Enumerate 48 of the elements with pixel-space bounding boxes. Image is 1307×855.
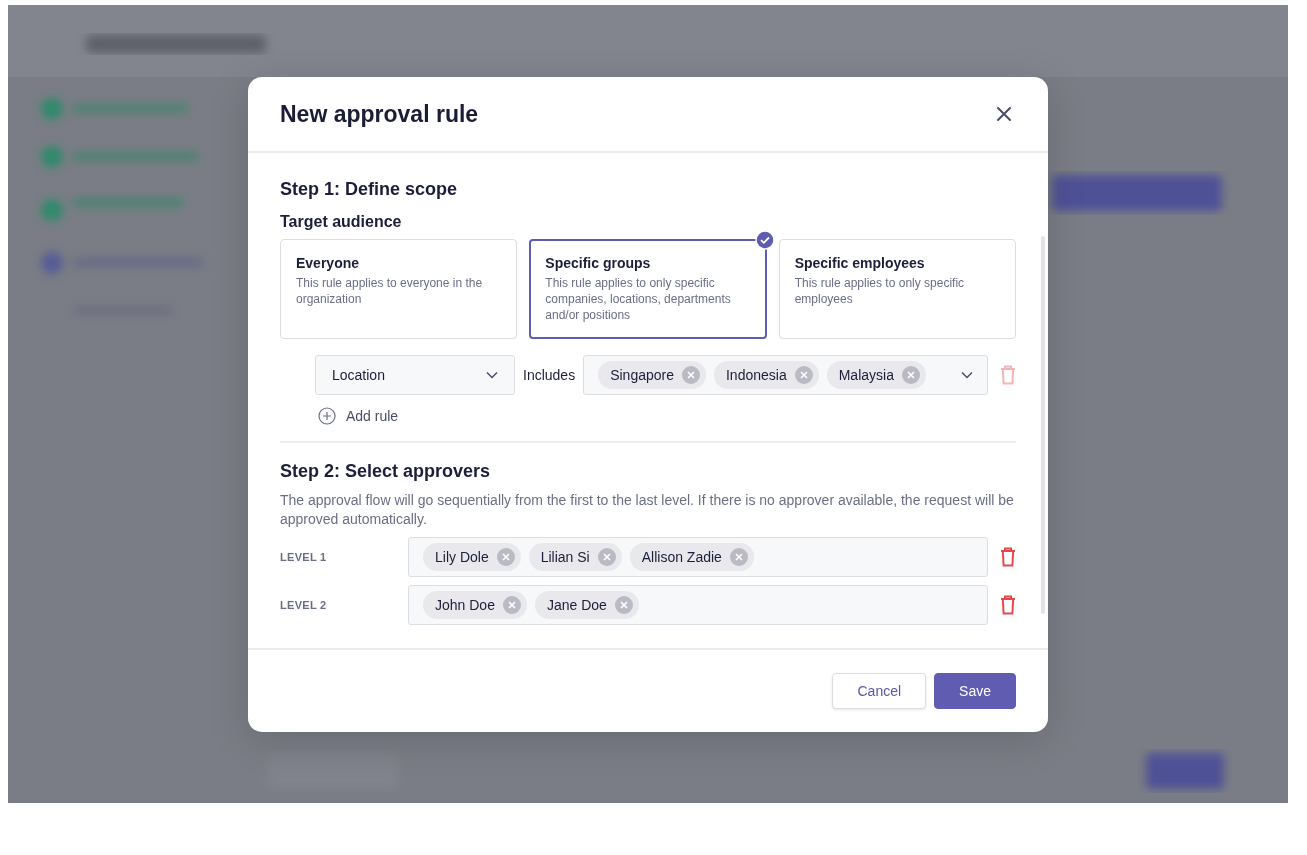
select-field[interactable]: Location [315, 355, 515, 395]
remove-icon[interactable] [682, 366, 700, 384]
remove-icon[interactable] [496, 548, 515, 566]
audience-option-card[interactable]: Specific groups This rule applies to only specific companies, locations, departments and/or positions [529, 239, 767, 339]
delete-icon[interactable] [1000, 547, 1016, 567]
chevron-down-icon [486, 371, 498, 379]
option-title: Specific groups [545, 255, 652, 271]
tag-label: Lilian Si [540, 549, 590, 565]
delete-icon[interactable] [1000, 595, 1016, 615]
tag-label: Singapore [610, 367, 674, 383]
tag-label: Malaysia [838, 367, 894, 383]
option-description: This rule applies to only specific companies, locations, departments and/or positions [545, 275, 732, 323]
select-value: Location [332, 367, 385, 383]
tag-label: Jane Doe [546, 597, 607, 613]
tag-label: John Doe [435, 597, 495, 613]
tag-field[interactable]: Singapore Indonesia Malaysia [583, 355, 988, 395]
cancel-button[interactable]: Cancel [832, 673, 927, 709]
remove-icon[interactable] [502, 596, 521, 614]
remove-icon[interactable] [901, 366, 920, 384]
save-button[interactable]: Save [934, 673, 1016, 709]
operator-label: Includes [523, 367, 576, 383]
remove-icon[interactable] [614, 596, 633, 614]
tag-label: Lily Dole [435, 549, 489, 565]
section-heading: Step 1: Define scope [280, 178, 459, 201]
level-label: LEVEL 1 [280, 551, 328, 563]
add-rule-button[interactable]: Add rule [318, 407, 399, 425]
tag-label: Allison Zadie [641, 549, 722, 565]
level-label: LEVEL 2 [280, 599, 328, 611]
description-text: The approval flow will go sequentially from the first to the last level. If there is no approver available, the request will be approved automatically. [280, 491, 1015, 529]
option-description: This rule applies to only specific employees [794, 275, 966, 307]
chevron-down-icon [961, 371, 973, 379]
audience-option-card[interactable]: Everyone This rule applies to everyone in the organization [280, 239, 518, 339]
audience-option-card[interactable]: Specific employees This rule applies to only specific employees [778, 239, 1016, 339]
option-title: Everyone [296, 255, 361, 271]
plus-circle-icon [318, 407, 336, 425]
option-title: Specific employees [794, 255, 926, 271]
check-icon [754, 230, 775, 250]
field-label: Target audience [280, 212, 403, 232]
remove-icon[interactable] [597, 548, 616, 566]
approver-field[interactable]: John Doe Jane Doe [408, 585, 988, 625]
remove-icon[interactable] [794, 366, 813, 384]
option-description: This rule applies to everyone in the organization [296, 275, 484, 307]
tag-label: Indonesia [726, 367, 787, 383]
remove-icon[interactable] [729, 548, 748, 566]
section-heading: Step 2: Select approvers [280, 460, 492, 483]
close-icon [996, 106, 1012, 122]
approver-field[interactable]: Lily Dole Lilian Si Allison Zadie [408, 537, 988, 577]
dialog-title: New approval rule [280, 100, 479, 128]
